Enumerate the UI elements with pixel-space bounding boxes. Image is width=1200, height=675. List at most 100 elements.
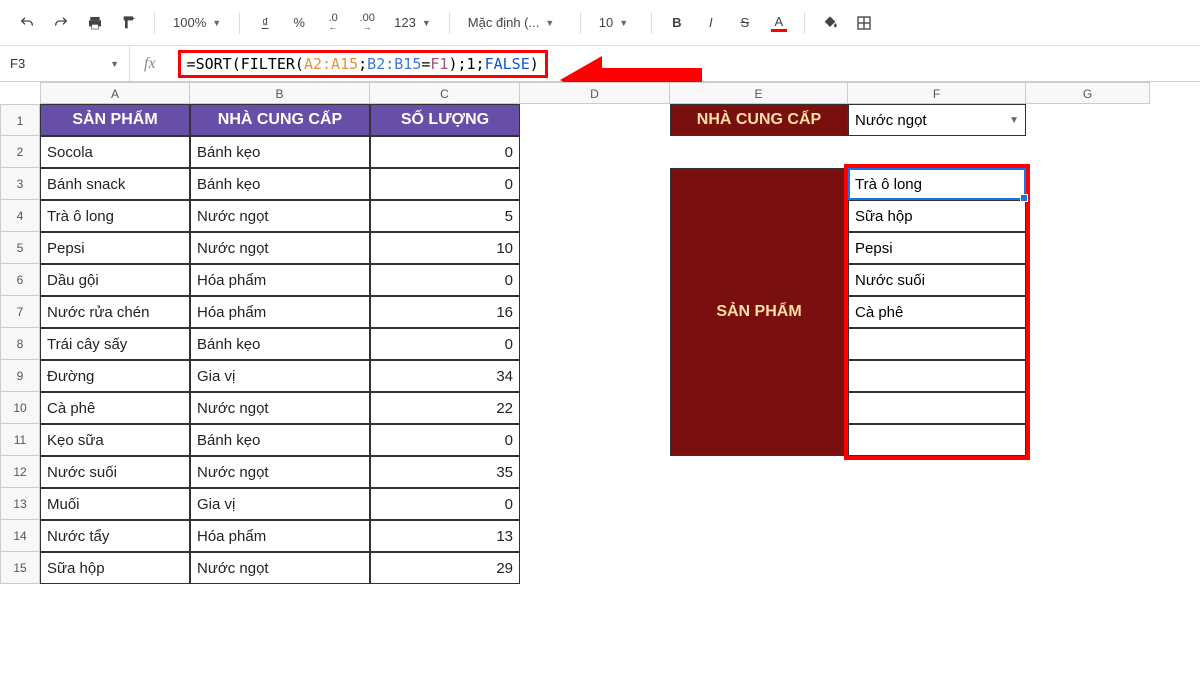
row-header[interactable]: 10	[0, 392, 40, 424]
table-cell[interactable]: Bánh kẹo	[190, 328, 370, 360]
result-cell[interactable]: Nước suối	[848, 264, 1026, 296]
row-header[interactable]: 15	[0, 552, 40, 584]
table-cell[interactable]: Cà phê	[40, 392, 190, 424]
table-cell[interactable]: Pepsi	[40, 232, 190, 264]
table-cell[interactable]: 0	[370, 136, 520, 168]
row-header[interactable]: 8	[0, 328, 40, 360]
table-cell[interactable]: 34	[370, 360, 520, 392]
decrease-decimal-button[interactable]: .0←	[318, 8, 348, 38]
column-header[interactable]: D	[520, 82, 670, 104]
row-header[interactable]: 1	[0, 104, 40, 136]
result-cell[interactable]: Sữa hộp	[848, 200, 1026, 232]
table-cell[interactable]: Đường	[40, 360, 190, 392]
result-cell[interactable]: Trà ô long	[848, 168, 1026, 200]
borders-button[interactable]	[849, 8, 879, 38]
table-cell[interactable]: Kẹo sữa	[40, 424, 190, 456]
table-cell[interactable]: 35	[370, 456, 520, 488]
row-header[interactable]: 11	[0, 424, 40, 456]
table-cell[interactable]: Bánh kẹo	[190, 168, 370, 200]
column-header[interactable]: F	[848, 82, 1026, 104]
table-cell[interactable]: Sữa hộp	[40, 552, 190, 584]
row-header[interactable]: 13	[0, 488, 40, 520]
currency-button[interactable]: ₫	[250, 8, 280, 38]
column-header[interactable]: C	[370, 82, 520, 104]
table-cell[interactable]: Nước rửa chén	[40, 296, 190, 328]
table-cell[interactable]: Nước ngọt	[190, 232, 370, 264]
row-header[interactable]: 6	[0, 264, 40, 296]
column-header[interactable]: B	[190, 82, 370, 104]
supplier-dropdown[interactable]: Nước ngọt ▼	[848, 104, 1026, 136]
table-cell[interactable]: Nước ngọt	[190, 392, 370, 424]
result-cell[interactable]	[848, 392, 1026, 424]
row-header[interactable]: 7	[0, 296, 40, 328]
table-cell[interactable]: Bánh snack	[40, 168, 190, 200]
table-cell[interactable]: Nước ngọt	[190, 552, 370, 584]
table-cell[interactable]: Trái cây sấy	[40, 328, 190, 360]
table-header[interactable]: NHÀ CUNG CẤP	[190, 104, 370, 136]
table-cell[interactable]: 0	[370, 264, 520, 296]
redo-button[interactable]	[46, 8, 76, 38]
result-cell[interactable]	[848, 360, 1026, 392]
row-header[interactable]: 9	[0, 360, 40, 392]
table-cell[interactable]: Bánh kẹo	[190, 136, 370, 168]
row-header[interactable]: 12	[0, 456, 40, 488]
name-box[interactable]: F3 ▼	[0, 46, 130, 81]
table-cell[interactable]: Gia vị	[190, 488, 370, 520]
row-header[interactable]: 4	[0, 200, 40, 232]
result-cell[interactable]	[848, 328, 1026, 360]
font-size-dropdown[interactable]: 10▼	[591, 11, 641, 34]
table-cell[interactable]: 29	[370, 552, 520, 584]
table-cell[interactable]: Bánh kẹo	[190, 424, 370, 456]
undo-button[interactable]	[12, 8, 42, 38]
table-cell[interactable]: Muối	[40, 488, 190, 520]
strikethrough-button[interactable]: S	[730, 8, 760, 38]
column-header[interactable]: A	[40, 82, 190, 104]
print-button[interactable]	[80, 8, 110, 38]
number-format-dropdown[interactable]: 123▼	[386, 11, 439, 34]
result-cell[interactable]: Cà phê	[848, 296, 1026, 328]
table-cell[interactable]: Nước tẩy	[40, 520, 190, 552]
table-cell[interactable]: 22	[370, 392, 520, 424]
result-cell[interactable]	[848, 424, 1026, 456]
fill-color-button[interactable]	[815, 8, 845, 38]
table-cell[interactable]: Nước ngọt	[190, 456, 370, 488]
increase-decimal-button[interactable]: .00→	[352, 8, 382, 38]
table-header[interactable]: SẢN PHẨM	[40, 104, 190, 136]
zoom-value: 100%	[173, 15, 206, 30]
chevron-down-icon: ▼	[545, 18, 554, 28]
column-header[interactable]: E	[670, 82, 848, 104]
row-header[interactable]: 5	[0, 232, 40, 264]
table-cell[interactable]: Hóa phẩm	[190, 520, 370, 552]
bold-button[interactable]: B	[662, 8, 692, 38]
table-cell[interactable]: Socola	[40, 136, 190, 168]
table-cell[interactable]: Nước ngọt	[190, 200, 370, 232]
font-dropdown[interactable]: Mặc định (...▼	[460, 11, 570, 34]
table-cell[interactable]: 5	[370, 200, 520, 232]
italic-button[interactable]: I	[696, 8, 726, 38]
table-cell[interactable]: Gia vị	[190, 360, 370, 392]
row-headers: 123456789101112131415	[0, 104, 40, 584]
percent-button[interactable]: %	[284, 8, 314, 38]
table-cell[interactable]: 13	[370, 520, 520, 552]
row-header[interactable]: 2	[0, 136, 40, 168]
table-cell[interactable]: Hóa phẩm	[190, 264, 370, 296]
table-cell[interactable]: 0	[370, 328, 520, 360]
text-color-button[interactable]: A	[764, 8, 794, 38]
zoom-dropdown[interactable]: 100%▼	[165, 11, 229, 34]
table-cell[interactable]: 10	[370, 232, 520, 264]
column-header[interactable]: G	[1026, 82, 1150, 104]
table-cell[interactable]: Dầu gội	[40, 264, 190, 296]
result-cell[interactable]: Pepsi	[848, 232, 1026, 264]
table-cell[interactable]: Trà ô long	[40, 200, 190, 232]
table-cell[interactable]: 0	[370, 168, 520, 200]
table-cell[interactable]: 0	[370, 488, 520, 520]
table-cell[interactable]: 0	[370, 424, 520, 456]
row-header[interactable]: 3	[0, 168, 40, 200]
table-cell[interactable]: 16	[370, 296, 520, 328]
paint-format-button[interactable]	[114, 8, 144, 38]
table-cell[interactable]: Hóa phẩm	[190, 296, 370, 328]
table-header[interactable]: SỐ LƯỢNG	[370, 104, 520, 136]
row-header[interactable]: 14	[0, 520, 40, 552]
toolbar: 100%▼ ₫ % .0← .00→ 123▼ Mặc định (...▼ 1…	[0, 0, 1200, 46]
table-cell[interactable]: Nước suối	[40, 456, 190, 488]
